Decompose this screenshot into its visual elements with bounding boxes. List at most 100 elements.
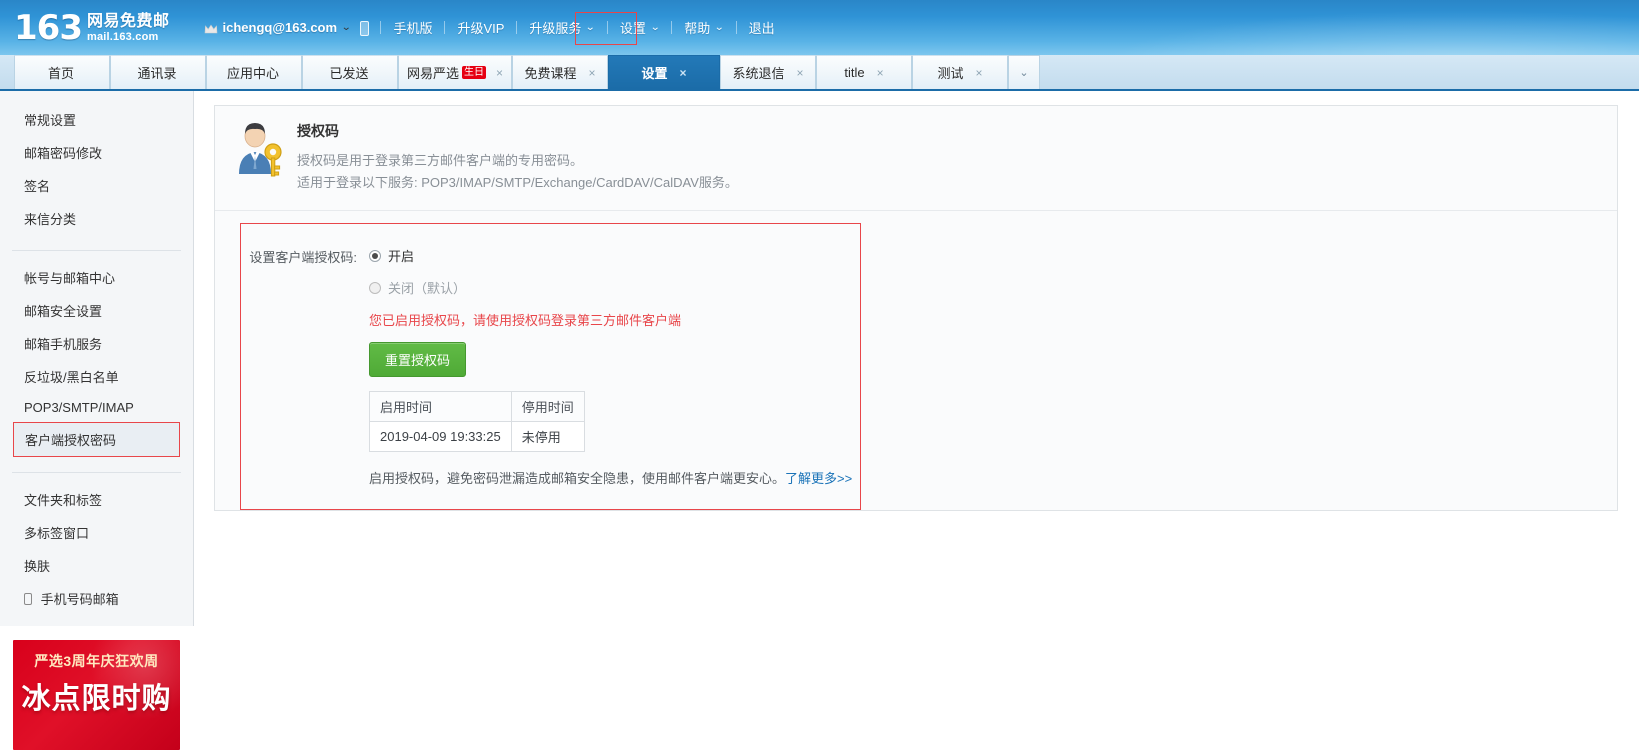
auth-code-header: 授权码 授权码是用于登录第三方邮件客户端的专用密码。 适用于登录以下服务: PO…: [215, 106, 1617, 211]
sidebar-item-label: 签名: [24, 179, 51, 194]
radio-on-indicator[interactable]: [369, 249, 381, 262]
sidebar-item-antispam-blacklist[interactable]: 反垃圾/黑白名单: [0, 360, 193, 393]
sidebar-item-label: 反垃圾/黑白名单: [24, 370, 119, 385]
auth-code-form-field: 开启 关闭（默认） 您已启用授权码，请使用授权码登录第三方邮件客户端 重置授权码: [369, 246, 860, 487]
sidebar-item-label: 邮箱密码修改: [24, 146, 103, 161]
tab-home[interactable]: 首页: [14, 55, 110, 89]
sidebar-item-mobile-service[interactable]: 邮箱手机服务: [0, 327, 193, 360]
cell-disable-time: 未停用: [510, 421, 585, 452]
auth-code-footnote: 启用授权码，避免密码泄漏造成邮箱安全隐患，使用邮件客户端更安心。了解更多>>: [369, 468, 860, 487]
radio-option-on[interactable]: 开启: [369, 246, 860, 265]
header-link-mobile-label: 手机版: [393, 21, 433, 36]
tab-free-course[interactable]: 免费课程 ×: [512, 55, 609, 89]
promo-line-2: 冰点限时购: [21, 683, 172, 715]
sidebar-item-skin[interactable]: 换肤: [0, 549, 193, 582]
tab-title[interactable]: title ×: [816, 55, 913, 89]
sidebar-item-label: POP3/SMTP/IMAP: [24, 400, 134, 415]
sidebar-item-change-password[interactable]: 邮箱密码修改: [0, 136, 193, 169]
tab-close-icon[interactable]: ×: [589, 67, 596, 79]
header-link-upgrade-vip[interactable]: 升级VIP: [448, 14, 513, 41]
tab-app-center[interactable]: 应用中心: [206, 55, 302, 89]
tab-overflow-chevron-down-icon[interactable]: ⌄: [1008, 55, 1041, 89]
promo-line-1: 严选3周年庆狂欢周: [34, 653, 159, 669]
radio-on-label: 开启: [388, 249, 415, 264]
tab-system-bounce-label: 系统退信: [732, 66, 785, 81]
sidebar-group-general: 常规设置 邮箱密码修改 签名 来信分类: [0, 103, 193, 242]
tab-settings[interactable]: 设置 ×: [608, 55, 721, 89]
sidebar-item-phone-number-mailbox[interactable]: 手机号码邮箱: [0, 582, 193, 615]
header-link-help[interactable]: 帮助 ⌄: [675, 14, 732, 41]
promo-banner[interactable]: 严选3周年庆狂欢周 冰点限时购: [13, 640, 180, 750]
header-link-logout[interactable]: 退出: [740, 14, 784, 41]
sidebar-item-label: 帐号与邮箱中心: [24, 271, 116, 286]
birthday-badge: 生日: [462, 66, 487, 79]
tab-test-label: 测试: [937, 66, 964, 81]
header-link-mobile[interactable]: 手机版: [384, 14, 441, 41]
auth-code-desc-2: 适用于登录以下服务: POP3/IMAP/SMTP/Exchange/CardD…: [297, 175, 738, 190]
auth-code-warning: 您已启用授权码，请使用授权码登录第三方邮件客户端: [369, 313, 682, 328]
chevron-down-icon: ⌄: [649, 22, 661, 33]
tab-home-label: 首页: [47, 66, 74, 81]
header-link-upgrade-service[interactable]: 升级服务 ⌄: [520, 14, 603, 41]
sidebar-item-label: 邮箱手机服务: [24, 337, 103, 352]
header-link-settings[interactable]: 设置 ⌄: [611, 14, 668, 41]
sidebar-item-label: 文件夹和标签: [24, 493, 103, 508]
sidebar-group-account: 帐号与邮箱中心 邮箱安全设置 邮箱手机服务 反垃圾/黑白名单 POP3/SMTP…: [0, 261, 193, 464]
reset-auth-code-button[interactable]: 重置授权码: [369, 342, 467, 377]
radio-off-indicator[interactable]: [369, 281, 381, 294]
sidebar-item-pop3-smtp-imap[interactable]: POP3/SMTP/IMAP: [0, 393, 193, 422]
user-menu-chevron-down-icon[interactable]: ⌄: [341, 22, 351, 33]
page-title: 授权码: [297, 123, 339, 139]
sidebar-item-folders-labels[interactable]: 文件夹和标签: [0, 483, 193, 516]
sidebar-item-mail-security[interactable]: 邮箱安全设置: [0, 294, 193, 327]
sidebar-item-label: 来信分类: [24, 212, 77, 227]
sidebar-item-signature[interactable]: 签名: [0, 169, 193, 202]
tab-test[interactable]: 测试 ×: [912, 55, 1009, 89]
tab-sent[interactable]: 已发送: [302, 55, 398, 89]
phone-icon: [24, 593, 32, 605]
tab-close-icon[interactable]: ×: [797, 67, 804, 79]
table-header-row: 启用时间 停用时间: [369, 391, 585, 422]
logo[interactable]: 163 网易免费邮 mail.163.com: [14, 11, 170, 45]
logo-en-text: mail.163.com: [86, 31, 159, 44]
page-body: 常规设置 邮箱密码修改 签名 来信分类 帐号与邮箱中心 邮箱安全设置 邮箱手机服…: [0, 91, 1639, 750]
sidebar-item-multi-tab-window[interactable]: 多标签窗口: [0, 516, 193, 549]
radio-option-off[interactable]: 关闭（默认）: [369, 278, 860, 297]
auth-code-toggle-row: 设置客户端授权码: 开启 关闭（默认） 您已启用授权码，请使用授权码登录第三方邮…: [241, 246, 860, 487]
settings-sidebar: 常规设置 邮箱密码修改 签名 来信分类 帐号与邮箱中心 邮箱安全设置 邮箱手机服…: [0, 91, 194, 750]
sidebar-item-mail-classify[interactable]: 来信分类: [0, 202, 193, 235]
learn-more-link[interactable]: 了解更多>>: [785, 471, 852, 486]
sidebar-item-client-auth-password[interactable]: 客户端授权密码: [13, 422, 180, 457]
tab-close-icon[interactable]: ×: [976, 67, 983, 79]
sidebar-group-misc: 文件夹和标签 多标签窗口 换肤 手机号码邮箱: [0, 483, 193, 622]
chevron-down-icon: ⌄: [714, 22, 725, 33]
auth-code-header-text: 授权码 授权码是用于登录第三方邮件客户端的专用密码。 适用于登录以下服务: PO…: [297, 120, 738, 194]
user-email-label: ichengq@163.com: [222, 20, 338, 35]
chevron-down-icon: ⌄: [585, 22, 596, 33]
tab-close-icon[interactable]: ×: [877, 67, 884, 79]
header-divider: [444, 21, 446, 34]
tab-sent-label: 已发送: [329, 66, 369, 81]
sidebar-divider: [12, 250, 181, 251]
tab-system-bounce[interactable]: 系统退信 ×: [720, 55, 817, 89]
header-link-settings-label: 设置: [619, 21, 646, 36]
auth-code-form-label: 设置客户端授权码:: [249, 250, 357, 265]
mobile-device-icon[interactable]: [360, 21, 370, 36]
column-header-disable-time: 停用时间: [510, 391, 585, 422]
sidebar-item-account-center[interactable]: 帐号与邮箱中心: [0, 261, 193, 294]
tab-contacts-label: 通讯录: [137, 66, 177, 81]
tab-close-icon[interactable]: ×: [496, 67, 503, 79]
sidebar-item-label: 常规设置: [24, 113, 77, 128]
tab-yanxuan[interactable]: 网易严选 生日 ×: [398, 55, 513, 89]
app-header: 163 网易免费邮 mail.163.com ichengq@163.com ⌄…: [0, 0, 1639, 55]
header-link-upgrade-service-label: 升级服务: [529, 21, 582, 36]
tab-settings-label: 设置: [641, 66, 668, 81]
tab-app-center-label: 应用中心: [226, 66, 279, 81]
sidebar-item-general-settings[interactable]: 常规设置: [0, 103, 193, 136]
header-divider: [380, 21, 382, 34]
tab-contacts[interactable]: 通讯录: [110, 55, 206, 89]
radio-off-label: 关闭（默认）: [388, 281, 467, 296]
auth-code-panel: 授权码 授权码是用于登录第三方邮件客户端的专用密码。 适用于登录以下服务: PO…: [214, 105, 1618, 511]
tab-close-icon[interactable]: ×: [680, 67, 687, 79]
tab-bar: 首页 通讯录 应用中心 已发送 网易严选 生日 × 免费课程 × 设置 × 系统…: [0, 55, 1639, 91]
